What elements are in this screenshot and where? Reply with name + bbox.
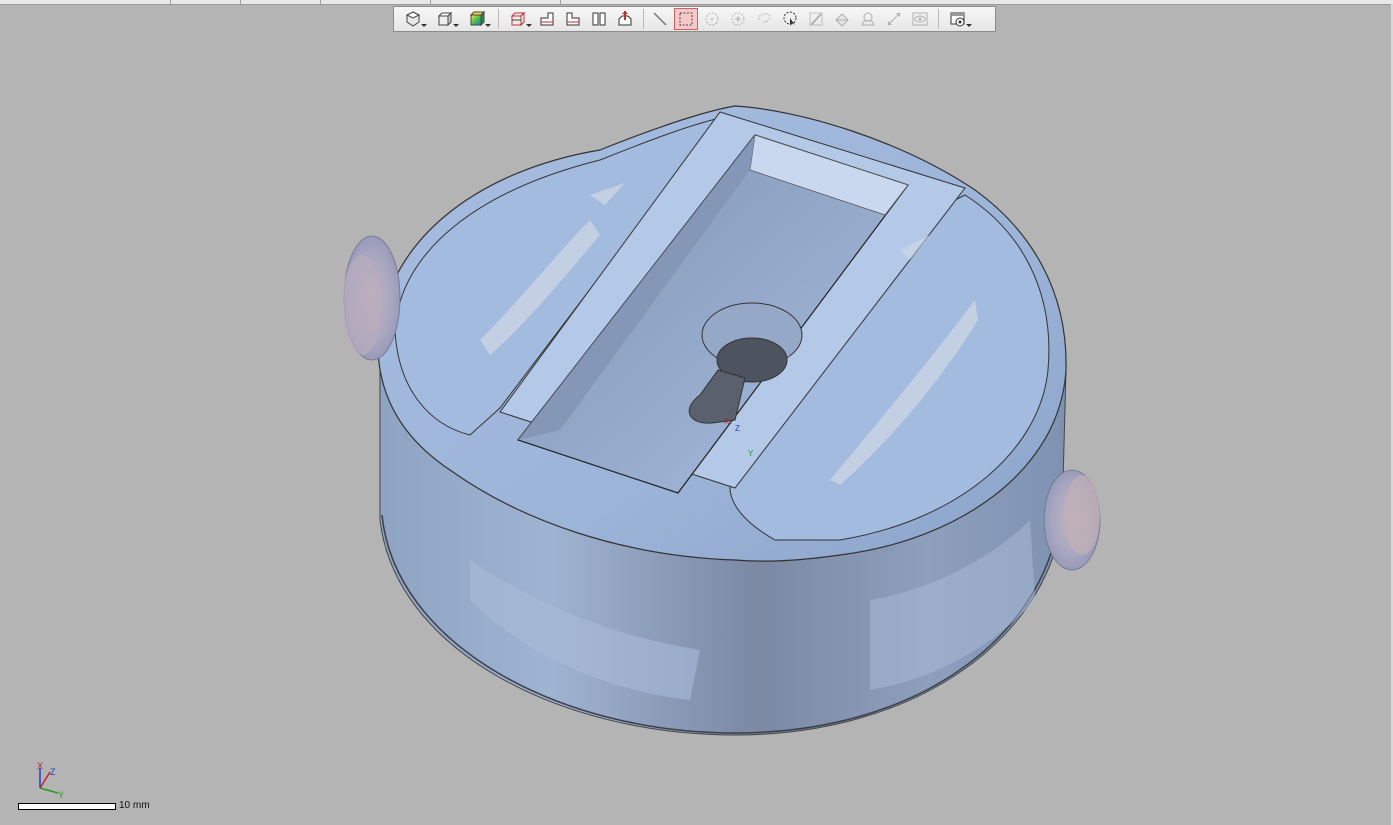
scale-bar-label: 10 mm [119, 800, 150, 811]
split-view-button[interactable] [587, 8, 611, 30]
scale-bar-line [18, 803, 116, 810]
window-top-border [0, 0, 1393, 5]
split-view-icon [592, 12, 606, 26]
circle-select-icon [705, 12, 719, 26]
brush-select-button[interactable] [804, 8, 828, 30]
shaded-display-button[interactable] [462, 8, 492, 30]
axis-triad: X Z Y [37, 761, 64, 800]
line-select-button[interactable] [648, 8, 672, 30]
circle-point-select-button[interactable] [726, 8, 750, 30]
y-axis-label: Y [58, 790, 64, 800]
lasso-select-button[interactable] [752, 8, 776, 30]
chevron-down-icon [966, 24, 972, 27]
side-view-icon [566, 12, 580, 26]
toolbar-separator [938, 9, 939, 29]
zoom-fit-button[interactable] [613, 8, 637, 30]
tab-divider [320, 0, 321, 4]
line-select-icon [653, 12, 667, 26]
section-view-button[interactable] [503, 8, 533, 30]
svg-text:X: X [724, 417, 730, 426]
front-view-icon [540, 12, 554, 26]
x-axis-label: X [37, 761, 43, 771]
view-toolbar [393, 6, 996, 32]
tab-divider [240, 0, 241, 4]
rectangle-select-icon [679, 12, 693, 26]
side-view-button[interactable] [561, 8, 585, 30]
view-orientation-icon [405, 11, 421, 27]
scale-bar: 10 mm [18, 800, 158, 815]
right-knob[interactable] [1043, 469, 1101, 571]
tab-divider [560, 0, 561, 4]
front-view-button[interactable] [535, 8, 559, 30]
cube-view-button[interactable] [430, 8, 460, 30]
chevron-down-icon [526, 24, 532, 27]
z-axis-label: Z [50, 767, 56, 777]
chevron-down-icon [453, 24, 459, 27]
surface-select-button[interactable] [830, 8, 854, 30]
tab-divider [170, 0, 171, 4]
display-settings-icon [950, 12, 965, 27]
zoom-fit-icon [618, 11, 632, 26]
view-orientation-button[interactable] [398, 8, 428, 30]
rectangle-select-button[interactable] [674, 8, 698, 30]
paint-select-icon [783, 11, 797, 26]
extend-select-button[interactable] [882, 8, 906, 30]
chevron-down-icon [421, 24, 427, 27]
toolbar-separator [643, 9, 644, 29]
circle-select-button[interactable] [700, 8, 724, 30]
scanned-part-model[interactable]: X Z Y [342, 105, 1101, 736]
shaded-display-icon [469, 10, 486, 27]
svg-text:Z: Z [735, 424, 740, 433]
paint-select-button[interactable] [778, 8, 802, 30]
circle-point-select-icon [731, 12, 745, 26]
section-view-icon [510, 11, 526, 27]
extend-select-icon [887, 12, 901, 26]
cube-view-icon [437, 11, 453, 27]
display-settings-button[interactable] [943, 8, 973, 30]
chevron-down-icon [485, 24, 491, 27]
surface-select-icon [835, 13, 849, 27]
toolbar-separator [498, 9, 499, 29]
visibility-icon [912, 12, 928, 26]
brush-select-icon [809, 12, 823, 26]
svg-text:Y: Y [748, 449, 754, 458]
3d-viewport[interactable]: X Z Y [0, 33, 1391, 825]
tab-divider [430, 0, 431, 4]
region-select-button[interactable] [856, 8, 880, 30]
left-knob[interactable] [342, 235, 401, 361]
lasso-select-icon [758, 13, 771, 23]
region-select-icon [861, 12, 875, 26]
visibility-button[interactable] [908, 8, 932, 30]
